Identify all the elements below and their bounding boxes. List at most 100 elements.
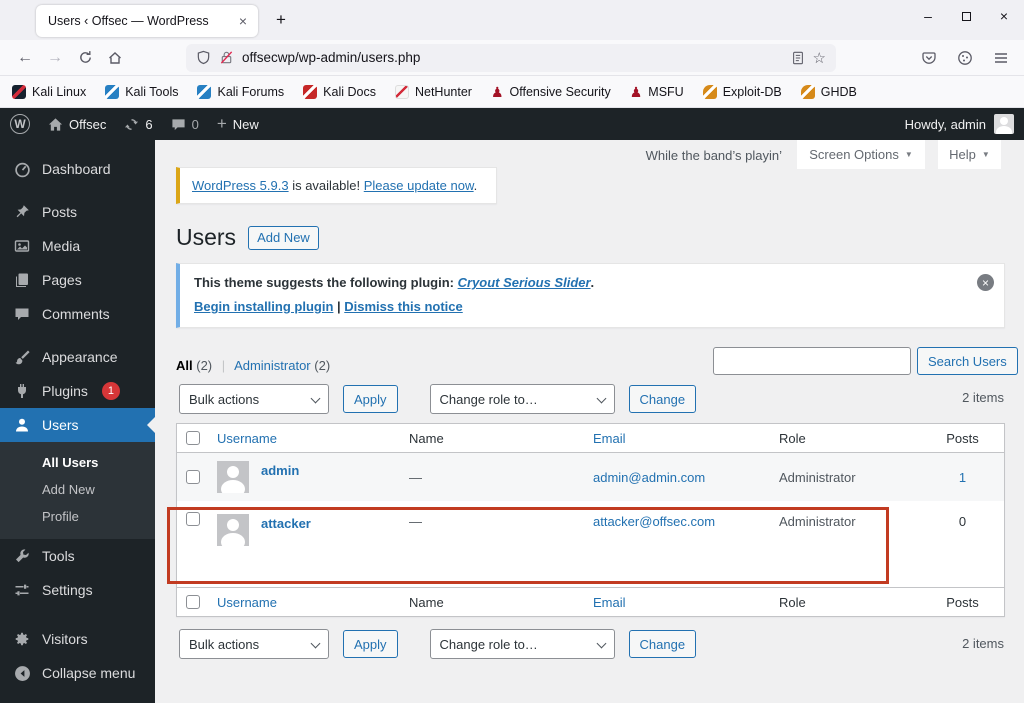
admin-bar-comments[interactable]: 0 <box>171 117 199 132</box>
reader-view-icon[interactable] <box>791 51 805 65</box>
filter-administrator[interactable]: Administrator <box>234 358 311 373</box>
chevron-down-icon: ▼ <box>981 150 990 159</box>
new-label: New <box>232 116 259 132</box>
admin-bar-site-link[interactable]: Offsec <box>48 117 106 132</box>
window-minimize-button[interactable]: – <box>916 8 940 24</box>
bookmark-nethunter[interactable]: NetHunter <box>394 84 472 99</box>
change-button[interactable]: Change <box>628 630 697 658</box>
sidebar-item-posts[interactable]: Posts <box>0 195 155 229</box>
url-bar[interactable]: offsecwp/wp-admin/users.php ☆ <box>186 43 836 72</box>
help-label: Help <box>949 147 976 162</box>
sidebar-item-media[interactable]: Media <box>0 229 155 263</box>
exploit-db-favicon <box>702 84 717 99</box>
bookmark-kali-linux[interactable]: Kali Linux <box>12 84 86 99</box>
filter-all[interactable]: All <box>176 358 193 373</box>
plugin-link[interactable]: Cryout Serious Slider <box>458 275 591 290</box>
submenu-add-new[interactable]: Add New <box>0 476 155 503</box>
sidebar-item-dashboard[interactable]: Dashboard <box>0 152 155 186</box>
items-count-bottom: 2 items <box>962 636 1004 651</box>
admin-bar-new[interactable]: + New <box>217 114 259 134</box>
sidebar-item-appearance[interactable]: Appearance <box>0 340 155 374</box>
dismiss-notice-icon[interactable]: × <box>977 274 994 291</box>
browser-tab[interactable]: Users ‹ Offsec — WordPress × <box>36 5 258 37</box>
bookmark-kali-tools[interactable]: Kali Tools <box>105 84 178 99</box>
shield-icon[interactable] <box>196 50 211 65</box>
row-checkbox[interactable] <box>186 470 200 484</box>
bookmark-ghdb[interactable]: GHDB <box>800 84 857 99</box>
column-header-name: Name <box>409 430 444 446</box>
back-button[interactable]: ← <box>10 44 40 72</box>
browser-window: Users ‹ Offsec — WordPress × + – × ← → o… <box>0 0 1024 703</box>
menu-hamburger-icon[interactable] <box>988 44 1014 72</box>
admin-bar-updates[interactable]: 6 <box>124 117 153 132</box>
bookmark-offensive-security[interactable]: ♟ Offensive Security <box>491 85 611 99</box>
submenu-profile[interactable]: Profile <box>0 503 155 530</box>
sidebar-item-pages[interactable]: Pages <box>0 263 155 297</box>
sidebar-label: Collapse menu <box>42 665 136 681</box>
dismiss-notice-link[interactable]: Dismiss this notice <box>344 299 462 314</box>
column-footer-username[interactable]: Username <box>217 595 409 610</box>
insecure-lock-icon[interactable] <box>219 50 234 65</box>
bookmark-kali-docs[interactable]: Kali Docs <box>303 84 376 99</box>
admin-bar-account[interactable]: Howdy, admin <box>905 114 1014 134</box>
table-header-row: Username Name Email Role Posts <box>177 424 1004 453</box>
sidebar-item-users[interactable]: Users <box>0 408 155 442</box>
new-tab-button[interactable]: + <box>268 8 294 32</box>
forward-button[interactable]: → <box>40 44 70 72</box>
window-close-button[interactable]: × <box>992 8 1016 24</box>
sidebar-item-comments[interactable]: Comments <box>0 297 155 331</box>
wordpress-version-link[interactable]: WordPress 5.9.3 <box>192 178 289 193</box>
posts-count-link[interactable]: 1 <box>959 470 966 485</box>
screen-options-button[interactable]: Screen Options ▼ <box>797 140 925 169</box>
add-new-button[interactable]: Add New <box>248 225 319 250</box>
window-maximize-button[interactable] <box>954 8 978 24</box>
column-footer-email[interactable]: Email <box>593 595 779 610</box>
email-link[interactable]: admin@admin.com <box>593 470 705 485</box>
column-header-username[interactable]: Username <box>217 431 409 446</box>
bulk-actions-select[interactable]: Bulk actions <box>179 384 329 414</box>
sidebar-item-tools[interactable]: Tools <box>0 539 155 573</box>
bookmark-exploit-db[interactable]: Exploit-DB <box>702 84 782 99</box>
username-link[interactable]: admin <box>261 463 299 478</box>
sidebar-item-plugins[interactable]: Plugins 1 <box>0 374 155 408</box>
table-row-admin: admin — admin@admin.com Administrator 1 <box>177 453 1004 501</box>
select-all-checkbox[interactable] <box>186 431 200 445</box>
username-link[interactable]: attacker <box>261 516 311 531</box>
pocket-icon[interactable] <box>916 44 942 72</box>
bookmark-msfu[interactable]: ♟ MSFU <box>630 85 684 99</box>
tab-close-icon[interactable]: × <box>236 13 250 29</box>
admin-main: Dashboard Posts Media Pages Comments App… <box>0 140 1024 703</box>
help-button[interactable]: Help ▼ <box>938 140 1001 169</box>
page-title: Users <box>176 224 237 250</box>
column-header-email[interactable]: Email <box>593 431 779 446</box>
reload-button[interactable] <box>70 44 100 72</box>
sidebar-item-visitors[interactable]: Visitors <box>0 622 155 656</box>
extension-cookie-icon[interactable] <box>952 44 978 72</box>
change-button[interactable]: Change <box>628 385 697 413</box>
apply-button[interactable]: Apply <box>343 385 398 413</box>
row-checkbox[interactable] <box>186 512 200 526</box>
bookmark-kali-forums[interactable]: Kali Forums <box>197 84 284 99</box>
site-name: Offsec <box>69 116 107 132</box>
begin-installing-link[interactable]: Begin installing plugin <box>194 299 333 314</box>
update-now-link[interactable]: Please update now <box>364 178 474 193</box>
bulk-actions-select[interactable]: Bulk actions <box>179 629 329 659</box>
browser-navbar: ← → offsecwp/wp-admin/users.php ☆ <box>0 40 1024 76</box>
navbar-right-icons <box>916 44 1014 72</box>
search-users-input[interactable] <box>713 347 911 375</box>
sidebar-item-collapse-menu[interactable]: Collapse menu <box>0 656 155 690</box>
bookmark-star-icon[interactable]: ☆ <box>813 49 826 67</box>
paintbrush-icon <box>12 349 32 365</box>
email-link[interactable]: attacker@offsec.com <box>593 514 715 529</box>
notice-text: is available! <box>288 178 364 193</box>
select-all-checkbox[interactable] <box>186 595 200 609</box>
users-icon <box>12 417 32 433</box>
search-users-button[interactable]: Search Users <box>917 347 1018 375</box>
change-role-select[interactable]: Change role to… <box>429 384 615 414</box>
wordpress-logo-icon[interactable]: W <box>10 114 30 134</box>
change-role-select[interactable]: Change role to… <box>429 629 615 659</box>
submenu-all-users[interactable]: All Users <box>0 449 155 476</box>
sidebar-item-settings[interactable]: Settings <box>0 573 155 607</box>
home-button[interactable] <box>100 44 130 72</box>
apply-button[interactable]: Apply <box>343 630 398 658</box>
